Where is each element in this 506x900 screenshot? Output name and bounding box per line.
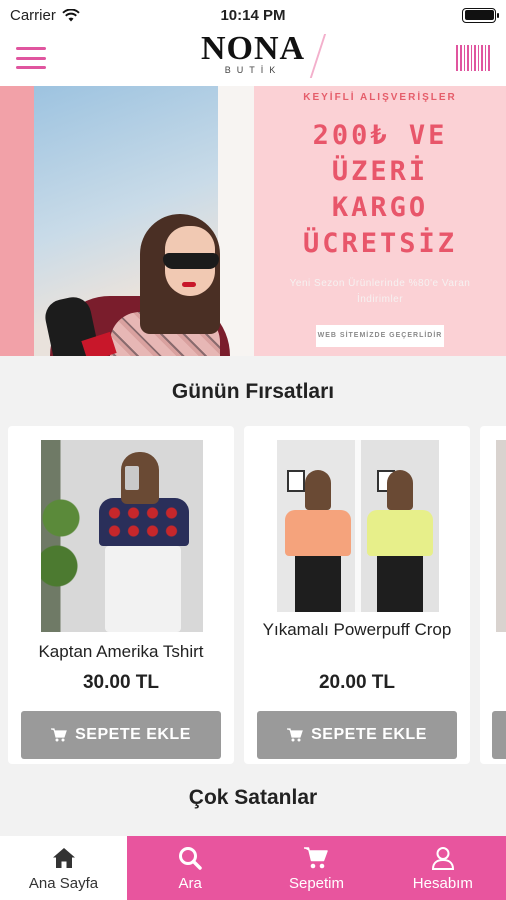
menu-icon[interactable]	[16, 47, 46, 69]
status-bar: Carrier 10:14 PM	[0, 0, 506, 30]
product-image[interactable]	[277, 440, 439, 612]
promo-banner[interactable]: KEYİFLİ ALIŞVERİŞLER 200₺ VE ÜZERİ KARGO…	[0, 86, 506, 356]
add-to-cart-button[interactable]: SEPETE EKLE	[21, 711, 221, 759]
search-icon	[179, 846, 202, 870]
nav-item-search[interactable]: Ara	[127, 836, 254, 900]
nav-label: Ara	[178, 874, 202, 892]
product-card[interactable]: Kaptan Amerika Tshirt 30.00 TL SEPETE EK…	[8, 426, 234, 764]
barcode-icon[interactable]	[456, 45, 490, 71]
promo-subtext-line: Yeni Sezon Ürünlerinde %80'e Varan	[289, 278, 471, 289]
promo-headline-line: KARGO	[331, 192, 429, 223]
home-icon	[52, 847, 75, 868]
product-carousel[interactable]: Kaptan Amerika Tshirt 30.00 TL SEPETE EK…	[8, 426, 506, 764]
banner-promo-panel: KEYİFLİ ALIŞVERİŞLER 200₺ VE ÜZERİ KARGO…	[254, 86, 506, 356]
brand-logo[interactable]: NONA BUTİK	[200, 30, 327, 78]
product-card-partial[interactable]	[480, 426, 506, 764]
status-time: 10:14 PM	[220, 6, 286, 24]
product-card[interactable]: Yıkamalı Powerpuff Crop 20.00 TL SEPETE …	[244, 426, 470, 764]
app-screen: Carrier 10:14 PM NONA BUTİK KEYİFLİ ALIŞ…	[0, 0, 506, 900]
product-name[interactable]: Kaptan Amerika Tshirt	[14, 640, 228, 663]
add-to-cart-label: SEPETE EKLE	[311, 726, 427, 743]
nav-item-cart[interactable]: Sepetim	[253, 836, 380, 900]
cart-icon	[287, 728, 303, 742]
user-icon	[431, 846, 454, 870]
nav-label: Sepetim	[288, 874, 344, 892]
nav-label: Hesabım	[412, 874, 473, 892]
nav-label: Ana Sayfa	[28, 874, 99, 892]
product-image[interactable]	[496, 440, 506, 632]
banner-photo	[0, 86, 254, 356]
promo-headline-line: ÜZERİ	[331, 156, 429, 187]
logo-title: NONA	[200, 30, 306, 67]
battery-icon	[462, 7, 499, 23]
cart-icon	[304, 846, 329, 868]
cart-icon	[51, 728, 67, 742]
section-title-bestsellers: Çok Satanlar	[188, 786, 318, 809]
product-image[interactable]	[41, 440, 203, 632]
promo-headline: 200₺ VE ÜZERİ KARGO ÜCRETSİZ	[254, 118, 506, 262]
section-title-deals: Günün Fırsatları	[171, 380, 335, 403]
app-header: NONA BUTİK	[0, 30, 506, 86]
carrier-label: Carrier	[10, 6, 56, 24]
promo-tag: WEB SİTEMİZDE GEÇERLİDİR	[316, 325, 444, 347]
promo-headline-line: ÜCRETSİZ	[302, 228, 458, 259]
promo-headline-line: 200₺ VE	[312, 120, 448, 151]
status-left: Carrier	[10, 7, 180, 24]
bottom-nav: Ana Sayfa Ara Sepetim Hesabım	[0, 836, 506, 900]
add-to-cart-button[interactable]	[492, 711, 506, 759]
nav-item-home[interactable]: Ana Sayfa	[0, 836, 127, 900]
wifi-icon	[62, 8, 80, 21]
nav-item-account[interactable]: Hesabım	[379, 836, 506, 900]
product-price: 20.00 TL	[318, 672, 396, 693]
add-to-cart-button[interactable]: SEPETE EKLE	[257, 711, 457, 759]
product-price: 30.00 TL	[82, 672, 160, 693]
add-to-cart-label: SEPETE EKLE	[75, 726, 191, 743]
product-name[interactable]: Yıkamalı Powerpuff Crop	[250, 618, 464, 641]
promo-eyebrow: KEYİFLİ ALIŞVERİŞLER	[303, 92, 457, 103]
promo-subtext-line: İndirimler	[356, 294, 404, 305]
status-right	[326, 7, 499, 23]
promo-subtext: Yeni Sezon Ürünlerinde %80'e Varan İndir…	[264, 276, 496, 308]
product-name-text: Yıkamalı Powerpuff Crop	[262, 620, 452, 639]
